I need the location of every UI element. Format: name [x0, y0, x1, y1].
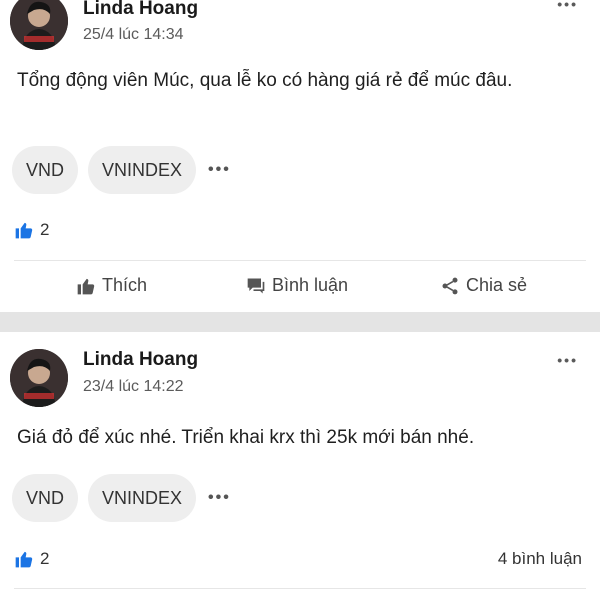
post-card: Linda Hoang 25/4 lúc 14:34 ••• Tổng động… — [0, 0, 600, 312]
tag-vnindex[interactable]: VNINDEX — [88, 474, 197, 522]
more-tags-icon[interactable]: ••• — [208, 489, 231, 507]
tag-vnd[interactable]: VND — [12, 146, 79, 194]
post-timestamp: 23/4 lúc 14:22 — [83, 378, 184, 395]
post-actions: Thích Bình luận Chia sẻ — [0, 275, 600, 305]
thumbs-up-icon — [15, 551, 33, 568]
comment-label: Bình luận — [272, 275, 349, 295]
more-options-icon[interactable]: ••• — [557, 0, 578, 12]
share-button[interactable]: Chia sẻ — [440, 275, 527, 296]
divider — [14, 260, 586, 261]
like-label: Thích — [102, 275, 148, 295]
post-card: Linda Hoang 23/4 lúc 14:22 ••• Giá đỏ để… — [0, 332, 600, 600]
comment-button[interactable]: Bình luận — [246, 275, 348, 296]
reaction-summary[interactable]: 2 — [14, 549, 49, 569]
like-count: 2 — [40, 220, 50, 239]
thumbs-up-icon — [15, 222, 33, 239]
thumbs-up-icon — [77, 278, 95, 294]
more-options-icon[interactable]: ••• — [557, 352, 578, 368]
share-icon — [442, 277, 458, 294]
comment-count[interactable]: 4 bình luận — [498, 549, 582, 569]
stock-tags: VND VNINDEX ••• — [12, 146, 231, 194]
author-name[interactable]: Linda Hoang — [83, 349, 198, 371]
post-timestamp: 25/4 lúc 14:34 — [83, 26, 184, 43]
comment-icon — [247, 278, 265, 293]
tag-vnd[interactable]: VND — [12, 474, 79, 522]
like-button[interactable]: Thích — [76, 275, 147, 296]
reaction-summary[interactable]: 2 — [14, 220, 49, 240]
more-tags-icon[interactable]: ••• — [208, 161, 231, 179]
post-content: Giá đỏ để xúc nhé. Triển khai krx thì 25… — [17, 427, 475, 448]
share-label: Chia sẻ — [466, 275, 528, 295]
stock-tags: VND VNINDEX ••• — [12, 474, 231, 522]
avatar[interactable] — [10, 0, 68, 50]
post-content: Tổng động viên Múc, qua lễ ko có hàng gi… — [17, 70, 513, 91]
post-separator — [0, 312, 600, 332]
avatar[interactable] — [10, 349, 68, 407]
author-name[interactable]: Linda Hoang — [83, 0, 198, 20]
divider — [14, 588, 586, 589]
tag-vnindex[interactable]: VNINDEX — [88, 146, 197, 194]
like-count: 2 — [40, 549, 50, 568]
